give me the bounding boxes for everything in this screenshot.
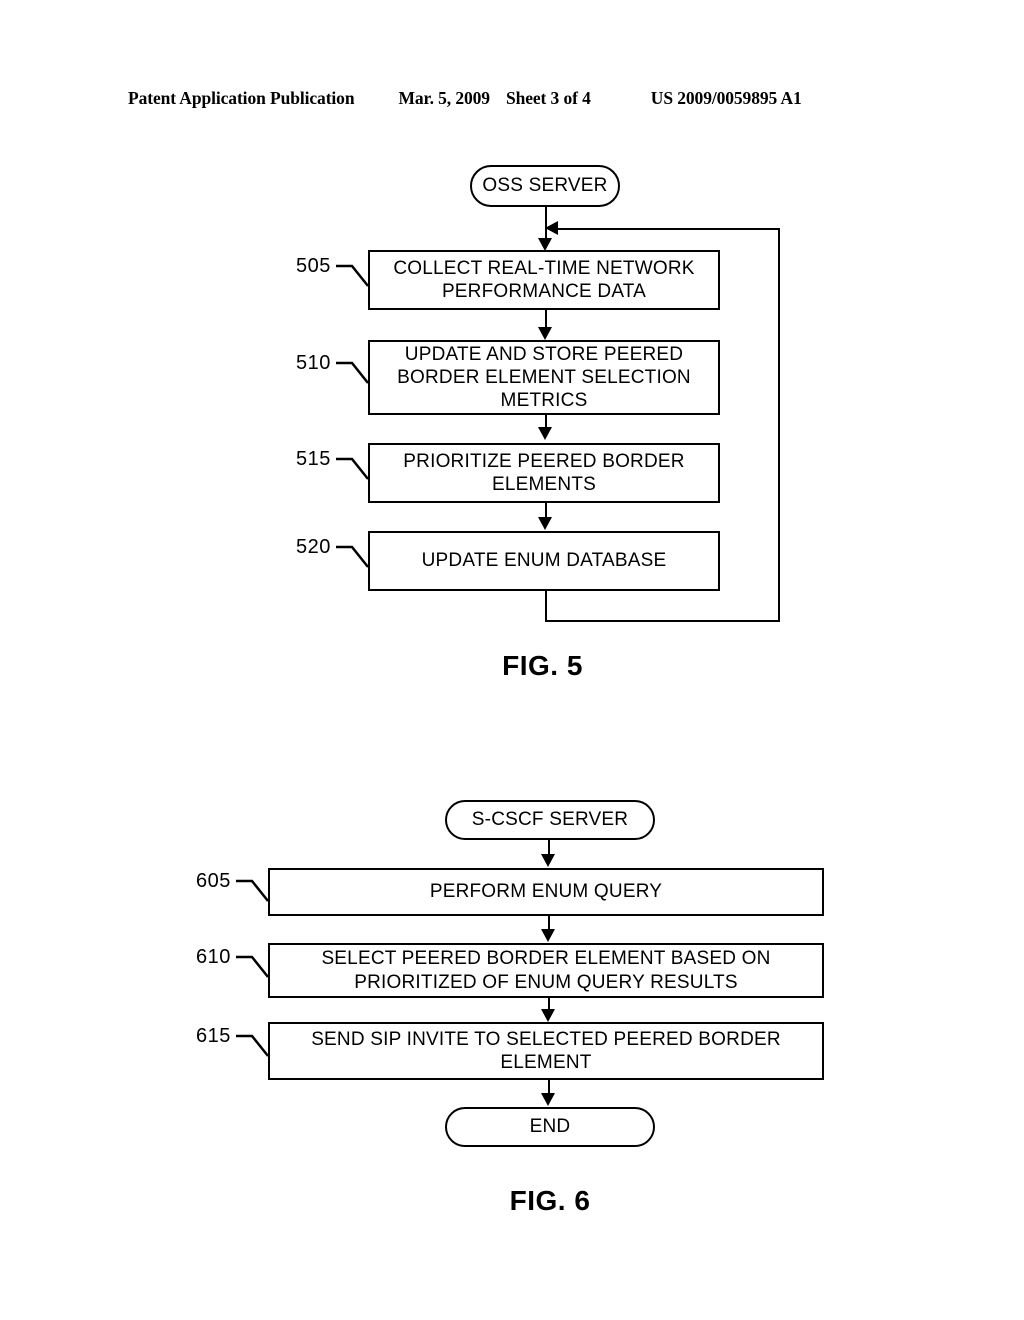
fig6-leader-615 [236, 1034, 269, 1057]
fig6-leader-610 [236, 955, 269, 978]
fig6-step-615-box: SEND SIP INVITE TO SELECTED PEERED BORDE… [268, 1022, 824, 1080]
fig6-step-610-label: SELECT PEERED BORDER ELEMENT BASED ON PR… [321, 948, 771, 993]
fig6-terminal-end: END [445, 1107, 655, 1147]
fig6-arrowhead-terminal-to-605 [541, 854, 555, 867]
fig6-terminal-scscf-server: S-CSCF SERVER [445, 800, 655, 840]
fig6-terminal-scscf-server-label: S-CSCF SERVER [471, 809, 629, 830]
fig6-step-615-label: SEND SIP INVITE TO SELECTED PEERED BORDE… [311, 1028, 781, 1073]
fig6-ref-610: 610 [196, 946, 231, 968]
fig6-terminal-end-label: END [529, 1116, 571, 1137]
fig6-step-605-box: PERFORM ENUM QUERY [268, 868, 824, 916]
fig6-arrowhead-615-to-end [541, 1093, 555, 1106]
fig6-arrowhead-610-to-615 [541, 1009, 555, 1022]
fig6-arrowhead-605-to-610 [541, 929, 555, 942]
fig6-caption: FIG. 6 [509, 1185, 591, 1216]
fig6-leader-605 [236, 879, 269, 902]
fig6-step-610-box: SELECT PEERED BORDER ELEMENT BASED ON PR… [268, 943, 824, 998]
fig6-step-605-label: PERFORM ENUM QUERY [429, 881, 663, 903]
fig6-ref-615: 615 [196, 1025, 231, 1047]
fig6-ref-605: 605 [196, 870, 231, 892]
figure-6: S-CSCF SERVER PERFORM ENUM QUERY 605 SEL… [0, 0, 1024, 1260]
